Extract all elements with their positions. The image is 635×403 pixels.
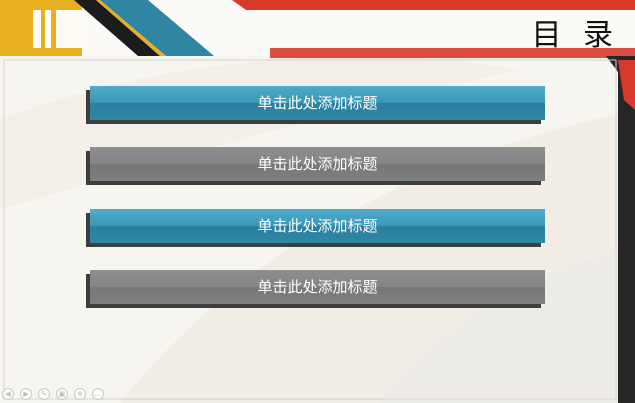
toc-item-label: 单击此处添加标题 xyxy=(257,94,378,112)
toc-item-label: 单击此处添加标题 xyxy=(257,155,378,173)
slide-background xyxy=(0,0,635,403)
toc-item-1[interactable]: 单击此处添加标题 xyxy=(90,86,545,120)
toc-item-4[interactable]: 单击此处添加标题 xyxy=(90,270,545,304)
white-bar xyxy=(56,10,82,48)
toc-item-2[interactable]: 单击此处添加标题 xyxy=(90,147,545,181)
slide: 目 录 单击此处添加标题 单击此处添加标题 单击此处添加标题 单击此处添加标题 … xyxy=(0,0,635,403)
red-stripe xyxy=(232,0,635,10)
toc-item-label: 单击此处添加标题 xyxy=(257,217,378,235)
toc-item-label: 单击此处添加标题 xyxy=(257,278,378,296)
previous-icon[interactable]: ◀ xyxy=(2,388,14,400)
page-title: 目 录 xyxy=(531,18,619,53)
next-icon[interactable]: ▶ xyxy=(20,388,32,400)
slideshow-controls: ◀ ▶ ✎ ▣ ⊕ … xyxy=(2,387,104,401)
more-icon[interactable]: … xyxy=(92,388,104,400)
slides-icon[interactable]: ▣ xyxy=(56,388,68,400)
white-bar xyxy=(33,10,41,48)
zoom-icon[interactable]: ⊕ xyxy=(74,388,86,400)
white-bar xyxy=(45,10,51,48)
pen-icon[interactable]: ✎ xyxy=(38,388,50,400)
toc-item-3[interactable]: 单击此处添加标题 xyxy=(90,209,545,243)
